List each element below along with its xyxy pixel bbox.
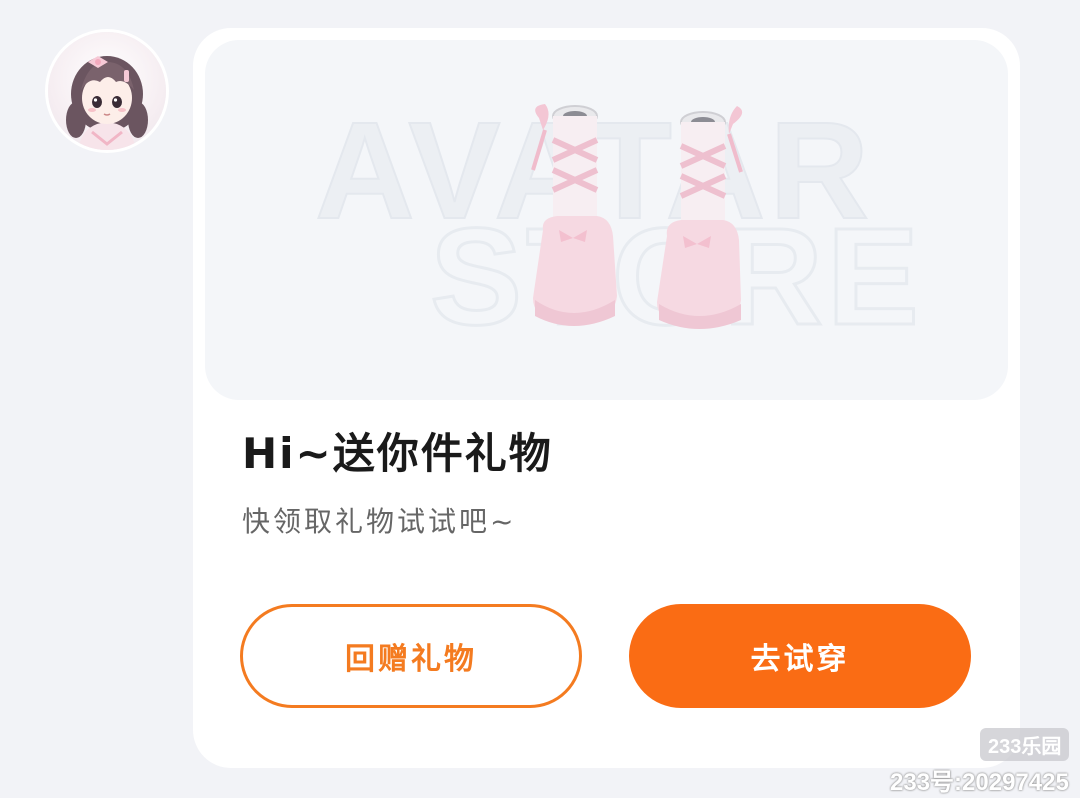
- girl-avatar-icon: [66, 56, 148, 150]
- gift-card: AVATAR STORE: [193, 28, 1020, 768]
- brand-watermark: 233乐园: [980, 728, 1070, 761]
- pink-boots-icon: [531, 104, 743, 329]
- gift-banner: AVATAR STORE: [205, 40, 1008, 400]
- try-on-button[interactable]: 去试穿: [629, 604, 971, 708]
- return-gift-button[interactable]: 回赠礼物: [240, 604, 582, 708]
- sender-avatar[interactable]: [48, 32, 166, 150]
- gift-page: AVATAR STORE: [0, 0, 1080, 798]
- user-id-watermark: 233号:20297425: [890, 769, 1069, 796]
- gift-title: Hi~送你件礼物: [242, 429, 553, 478]
- gift-subtitle: 快领取礼物试试吧~: [242, 505, 517, 538]
